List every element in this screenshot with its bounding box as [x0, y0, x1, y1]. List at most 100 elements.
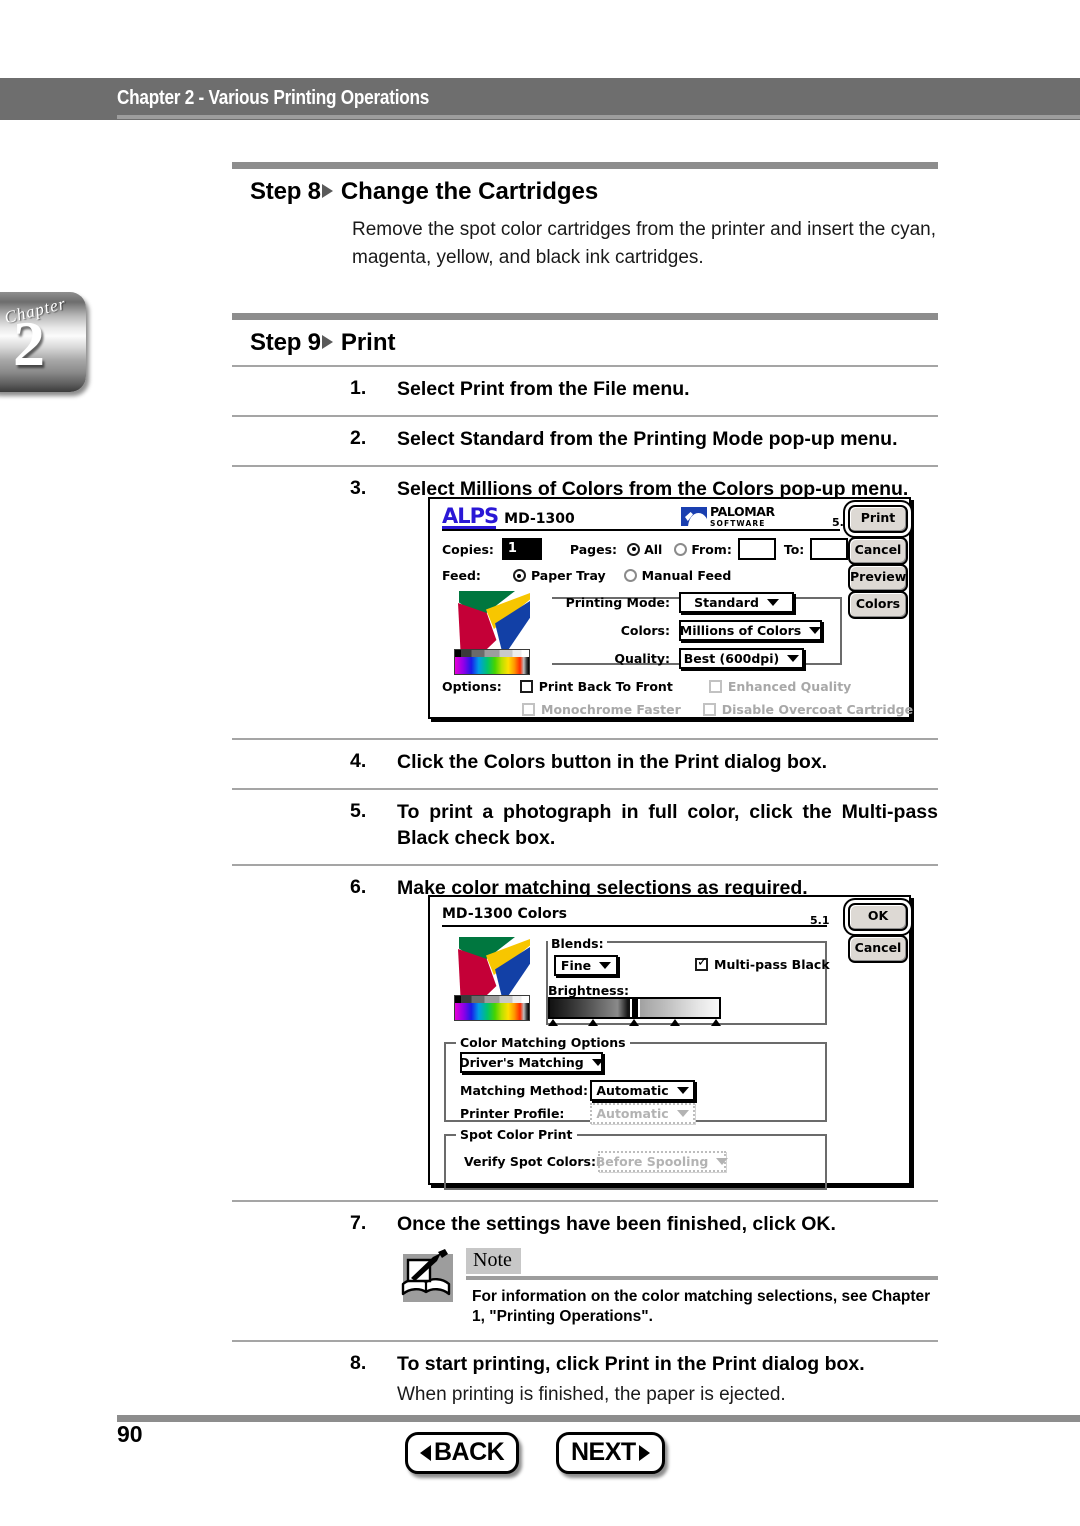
preview-button[interactable]: Preview — [848, 564, 908, 592]
ribbon-logo-icon — [456, 589, 530, 657]
colors-dialog-title-rule — [442, 925, 827, 927]
print-dialog[interactable]: ALPS MD-1300 PALOMAR SOFTWARE 5.1 Copies… — [428, 497, 914, 719]
colors-dialog-title: MD-1300 Colors — [442, 906, 568, 922]
pages-label: Pages: — [569, 541, 618, 557]
step8-label: Step 8 — [250, 178, 321, 205]
copies-input[interactable]: 1 — [501, 538, 542, 560]
list-number: 2. — [350, 426, 367, 449]
palomar-subname: SOFTWARE — [710, 518, 766, 528]
colors-select[interactable]: Millions of Colors — [679, 620, 822, 641]
pages-to-input[interactable] — [810, 538, 849, 560]
back-button-label: BACK — [434, 1438, 505, 1466]
step9-label: Step 9 — [250, 329, 321, 357]
print-dialog-title-rule — [442, 529, 840, 531]
printing-mode-select[interactable]: Standard — [679, 592, 794, 613]
multipass-black-label: Multi-pass Black — [714, 957, 830, 972]
list-text: Select Print from the File menu. — [397, 378, 690, 400]
list-item: 1. Select Print from the File menu. — [232, 365, 938, 415]
printing-mode-label: Printing Mode: — [565, 595, 670, 610]
list-text: Click the Colors button in the Print dia… — [397, 751, 828, 773]
chevron-down-icon — [787, 654, 800, 662]
brightness-ticks — [548, 1019, 721, 1028]
list-item: 7. Once the settings have been finished,… — [232, 1200, 938, 1340]
quality-select[interactable]: Best (600dpi) — [679, 648, 804, 669]
back-nav[interactable]: BACK — [405, 1432, 520, 1474]
monochrome-faster-label: Monochrome Faster — [541, 702, 681, 717]
chapter-tab: Chapter 2 — [0, 292, 86, 392]
list-number: 4. — [350, 750, 367, 772]
colors-label: Colors: — [620, 623, 670, 638]
note-block: Note For information on the color matchi… — [232, 1238, 938, 1328]
list-number: 3. — [350, 476, 367, 499]
pages-all-label: All — [644, 541, 663, 557]
pages-all-radio[interactable] — [627, 542, 641, 556]
list-text: To print a photograph in full color, cli… — [397, 800, 938, 849]
back-button[interactable]: BACK — [405, 1432, 520, 1474]
chevron-down-icon — [591, 1058, 604, 1066]
printer-model-label: MD-1300 — [504, 511, 575, 527]
chevron-down-icon — [599, 961, 612, 969]
chapter-header-title: Chapter 2 - Various Printing Operations — [117, 87, 430, 109]
triangle-right-icon — [321, 335, 333, 350]
next-button[interactable]: NEXT — [556, 1432, 665, 1474]
print-back-to-front-label: Print Back To Front — [538, 679, 673, 694]
ok-button[interactable]: OK — [848, 903, 908, 931]
feed-manual-label: Manual Feed — [641, 568, 732, 583]
chapter-tab-number: 2 — [13, 308, 45, 379]
cancel-button[interactable]: Cancel — [848, 537, 908, 565]
palomar-name: PALOMAR — [710, 504, 775, 519]
disable-overcoat-label: Disable Overcoat Cartridge — [721, 702, 914, 717]
brightness-thumb[interactable] — [629, 999, 640, 1017]
ribbon-logo-icon — [456, 935, 530, 1003]
matching-method-select[interactable]: Automatic — [590, 1080, 695, 1101]
verify-spot-colors-select: Before Spooling — [596, 1151, 729, 1172]
step8-rule — [232, 162, 938, 169]
list-number: 6. — [350, 875, 367, 898]
alps-ribbon-graphic — [454, 589, 530, 675]
list-item: 2. Select Standard from the Printing Mod… — [232, 414, 938, 465]
step8-body: Remove the spot color cartridges from th… — [352, 219, 936, 268]
chevron-down-icon — [676, 1109, 689, 1117]
brightness-label: Brightness: — [548, 983, 630, 998]
multipass-black-checkbox[interactable] — [695, 955, 708, 971]
pages-to-label: To: — [783, 541, 805, 557]
colors-dialog-cancel-button[interactable]: Cancel — [848, 935, 908, 963]
colors-dialog[interactable]: MD-1300 Colors 5.1 OK Cancel Blends: Fin… — [428, 895, 911, 1190]
matching-method-label: Matching Method: — [460, 1083, 588, 1098]
note-book-pencil-icon — [400, 1248, 456, 1304]
feed-paper-tray-radio[interactable] — [512, 569, 526, 582]
chevron-down-icon — [766, 598, 779, 606]
list-text: To start printing, click Print in the Pr… — [397, 1352, 865, 1375]
chapter-header-bar: Chapter 2 - Various Printing Operations — [0, 78, 1080, 120]
blends-label: Blends: — [551, 936, 604, 951]
color-spectrum-bar — [454, 649, 530, 675]
triangle-right-icon — [638, 1444, 650, 1461]
list-item: 8. To start printing, click Print in the… — [232, 1339, 938, 1421]
blends-select[interactable]: Fine — [554, 955, 618, 976]
alps-logo: ALPS — [442, 504, 499, 528]
pages-from-radio[interactable] — [674, 542, 688, 556]
list-text: Once the settings have been finished, cl… — [397, 1213, 836, 1235]
enhanced-quality-label: Enhanced Quality — [727, 679, 852, 694]
feed-paper-tray-label: Paper Tray — [530, 568, 606, 583]
verify-spot-colors-label: Verify Spot Colors: — [464, 1154, 596, 1169]
palomar-software-logo: PALOMAR SOFTWARE — [681, 504, 775, 528]
feed-manual-radio[interactable] — [623, 569, 637, 582]
colors-button[interactable]: Colors — [848, 591, 908, 619]
print-back-to-front-checkbox[interactable] — [519, 680, 533, 693]
list-item: 5. To print a photograph in full color, … — [232, 787, 938, 864]
note-text: For information on the color matching se… — [472, 1287, 931, 1326]
header-underline-rule — [117, 115, 1080, 119]
palomar-mark-icon — [681, 507, 707, 526]
page-number: 90 — [117, 1421, 143, 1447]
print-button[interactable]: Print — [848, 505, 908, 533]
brightness-track[interactable] — [548, 997, 721, 1019]
step9-rule — [232, 313, 938, 321]
color-matching-mode-select[interactable]: Driver's Matching — [459, 1052, 604, 1073]
next-nav[interactable]: NEXT — [556, 1432, 665, 1474]
step9-title: Print — [340, 329, 396, 357]
step9-heading: Step 9 Print — [232, 320, 938, 363]
pages-from-input[interactable] — [737, 538, 776, 560]
next-button-label: NEXT — [571, 1438, 636, 1466]
brightness-slider[interactable] — [548, 997, 721, 1028]
